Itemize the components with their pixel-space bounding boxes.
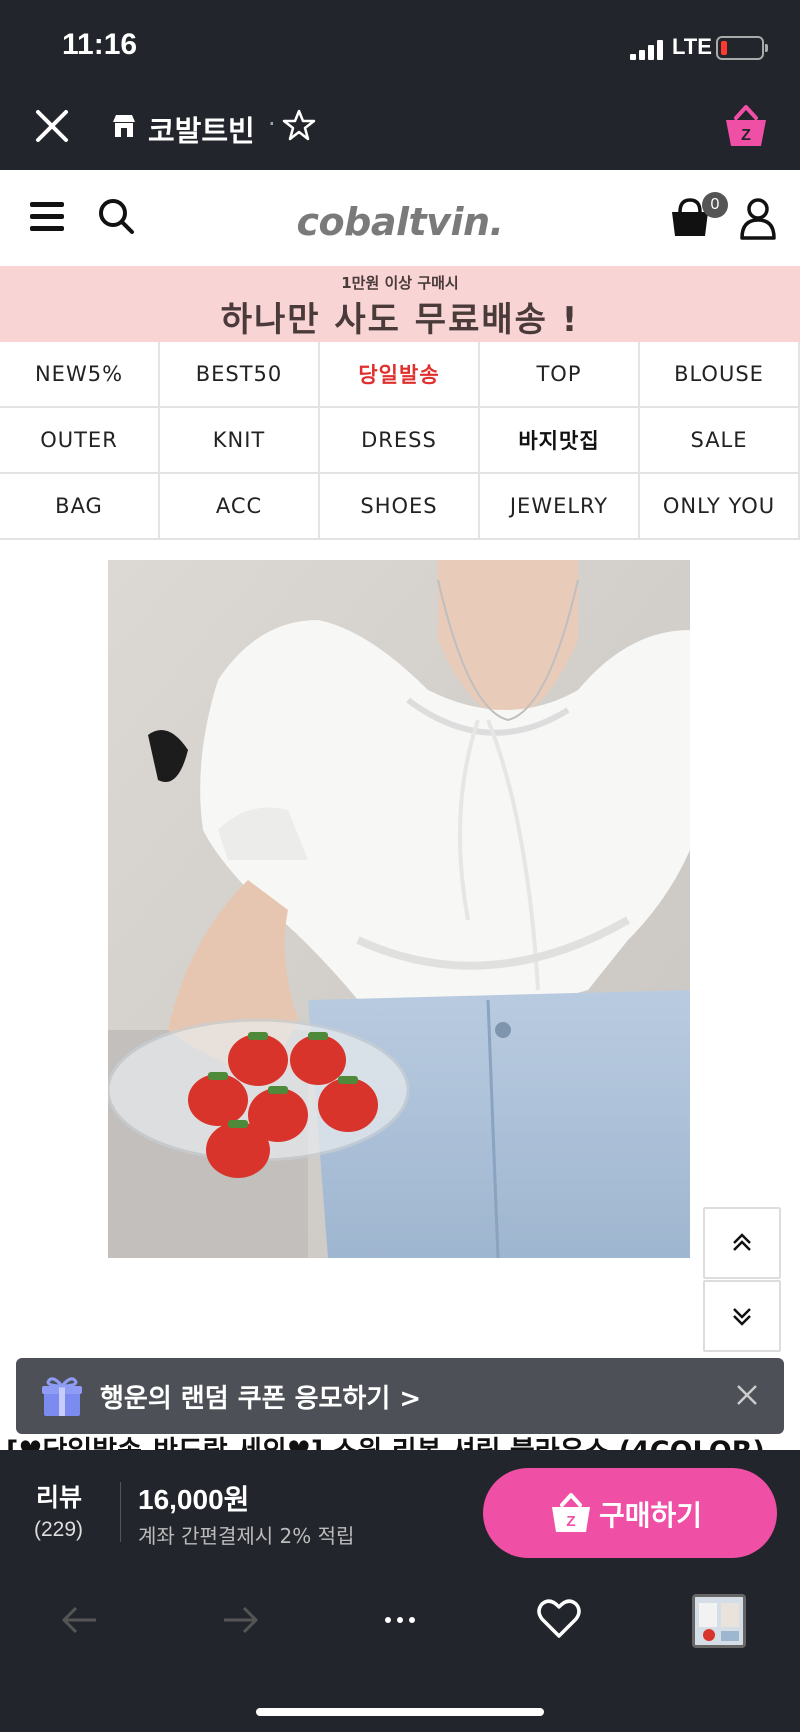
price-note: 계좌 간편결제시 2% 적립 [138, 1524, 355, 1548]
category-sale[interactable]: SALE [640, 408, 800, 474]
network-label: LTE [672, 34, 712, 59]
heart-icon [537, 1599, 581, 1638]
price: 16,000원 [138, 1484, 250, 1515]
category-top[interactable]: TOP [480, 342, 640, 408]
category-당일발송[interactable]: 당일발송 [320, 342, 480, 408]
scroll-up-icon [733, 1233, 751, 1251]
user-button[interactable] [738, 196, 778, 240]
svg-text:Z: Z [566, 1513, 575, 1530]
category-best50[interactable]: BEST50 [160, 342, 320, 408]
category-knit[interactable]: KNIT [160, 408, 320, 474]
review-label[interactable]: 리뷰 [36, 1478, 82, 1514]
category-grid: NEW5% BEST50 당일발송 TOP BLOUSE OUTER KNIT DRESS 바지… [0, 342, 800, 542]
scroll-down-icon [733, 1308, 751, 1326]
separator-dot: · [268, 110, 276, 138]
buy-button-label: 구매하기 [599, 1499, 703, 1532]
close-icon [737, 1385, 757, 1405]
back-icon [61, 1606, 96, 1634]
category-shoes[interactable]: SHOES [320, 474, 480, 540]
purchase-bar: 리뷰 (229) 16,000원 계좌 간편결제시 2% 적립 Z 구매하기 [0, 1450, 800, 1732]
more-icon [385, 1617, 415, 1623]
promo-banner[interactable]: 1만원 이상 구매시 하나만 사도 무료배송 ! [0, 266, 800, 342]
status-time: 11:16 [62, 28, 138, 61]
site-header: cobaltvin. 0 [0, 170, 800, 266]
buy-button[interactable]: Z 구매하기 [483, 1468, 777, 1558]
shop-name[interactable]: 코발트빈 [148, 108, 255, 150]
category-dress[interactable]: DRESS [320, 408, 480, 474]
promo-small-text: 1만원 이상 구매시 [341, 274, 459, 292]
back-button[interactable] [58, 1598, 102, 1642]
category-new5-[interactable]: NEW5% [0, 342, 160, 408]
close-icon [36, 110, 68, 142]
review-count[interactable]: (229) [34, 1518, 83, 1542]
category-bag[interactable]: BAG [0, 474, 160, 540]
user-icon [740, 198, 776, 240]
tabs-thumbnail[interactable] [692, 1594, 746, 1648]
svg-text:Z: Z [741, 127, 751, 144]
zigzag-cart-button[interactable]: Z [722, 104, 770, 148]
forward-icon [224, 1606, 259, 1634]
coupon-toast[interactable]: 행운의 랜덤 쿠폰 응모하기 > [16, 1358, 784, 1434]
forward-button[interactable] [218, 1598, 262, 1642]
like-button[interactable] [536, 1596, 582, 1640]
divider [120, 1482, 121, 1542]
battery-tip [765, 44, 768, 52]
coupon-close-button[interactable] [734, 1382, 760, 1408]
battery-icon [716, 36, 764, 60]
category-outer[interactable]: OUTER [0, 408, 160, 474]
category-only-you[interactable]: ONLY YOU [640, 474, 800, 540]
category-바지맛집[interactable]: 바지맛집 [480, 408, 640, 474]
star-icon [282, 109, 316, 141]
category-acc[interactable]: ACC [160, 474, 320, 540]
zigzag-bag-icon: Z [552, 1493, 590, 1532]
cart-count-badge: 0 [702, 192, 728, 218]
close-button[interactable] [32, 106, 72, 146]
product-image[interactable] [108, 560, 690, 1258]
home-indicator [256, 1708, 544, 1716]
scroll-top-button[interactable] [703, 1207, 781, 1279]
app-top-bar: 11:16 LTE 코발트빈 · Z [0, 0, 800, 170]
scroll-bottom-button[interactable] [703, 1280, 781, 1352]
zigzag-bag-icon: Z [726, 105, 766, 146]
favorite-shop-button[interactable] [282, 108, 316, 142]
category-jewelry[interactable]: JEWELRY [480, 474, 640, 540]
shop-icon [110, 112, 138, 140]
category-blouse[interactable]: BLOUSE [640, 342, 800, 408]
gift-icon [40, 1374, 84, 1418]
coupon-text: 행운의 랜덤 쿠폰 응모하기 > [100, 1384, 422, 1414]
signal-icon [630, 38, 670, 60]
more-button[interactable] [378, 1598, 422, 1642]
promo-big-text: 하나만 사도 무료배송 ! [220, 300, 580, 340]
